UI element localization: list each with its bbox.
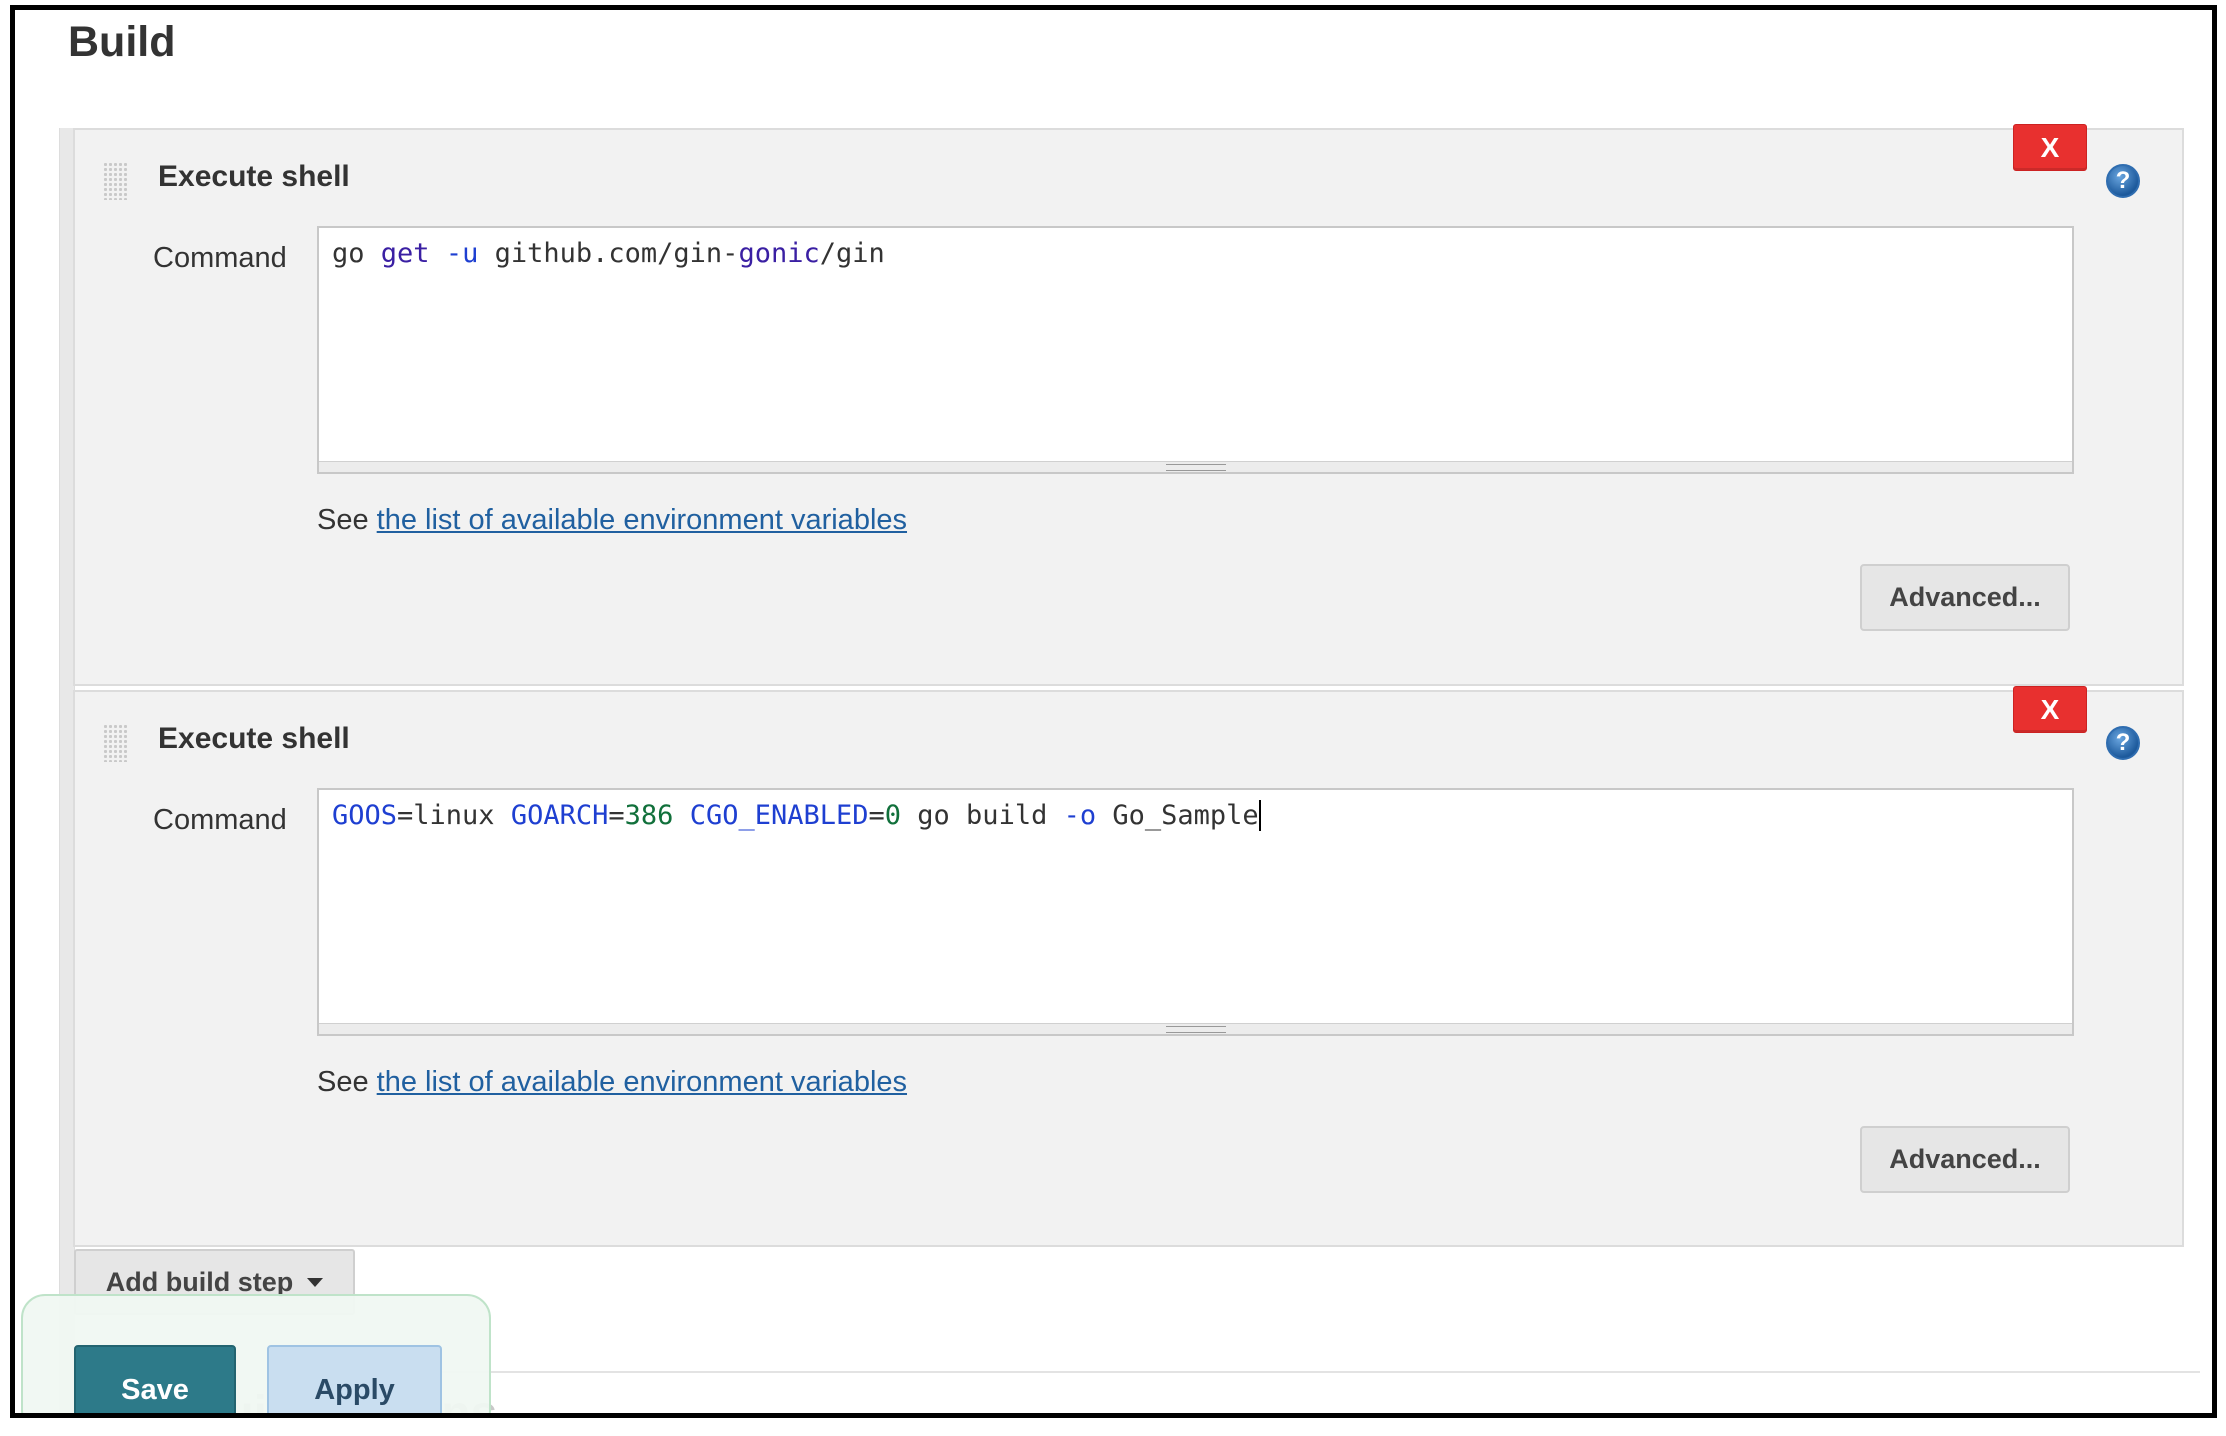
build-step-2: Execute shell X ? Command GOOS=linux GOA… (73, 686, 2184, 1247)
command-textarea[interactable]: go get -u github.com/gin-gonic/gin (317, 226, 2074, 474)
jenkins-config-frame: Build Execute shell X ? Command go get -… (10, 5, 2217, 1418)
cmd-token: github.com/gin- (478, 238, 739, 269)
env-prefix: See (317, 504, 369, 536)
cmd-token (673, 800, 689, 831)
textarea-resize-handle[interactable] (319, 1023, 2072, 1034)
cmd-token: Go_Sample (1096, 800, 1261, 831)
cmd-token: = (868, 800, 885, 831)
add-build-step-label: Add build step (105, 1266, 294, 1297)
resize-grip-icon (1165, 1026, 1226, 1033)
env-vars-link[interactable]: the list of available environment variab… (377, 1066, 907, 1098)
step-title: Execute shell (158, 722, 350, 755)
help-icon[interactable]: ? (2106, 726, 2140, 760)
step-title: Execute shell (158, 160, 350, 193)
cmd-token: /gin (819, 238, 885, 269)
command-label: Command (153, 242, 287, 274)
chevron-down-icon (307, 1277, 324, 1287)
delete-step-button[interactable]: X (2013, 124, 2087, 171)
cmd-token-variable: GOOS (332, 800, 398, 831)
apply-button[interactable]: Apply (267, 1345, 442, 1413)
cmd-token-flag: -o (1063, 800, 1097, 831)
command-text: go get -u github.com/gin-gonic/gin (332, 238, 885, 269)
command-label: Command (153, 804, 287, 836)
env-vars-note: See the list of available environment va… (317, 504, 907, 537)
save-button[interactable]: Save (74, 1345, 236, 1413)
cmd-token-keyword: get (380, 238, 430, 269)
delete-step-button[interactable]: X (2013, 686, 2087, 733)
cmd-token: =linux (397, 800, 511, 831)
cmd-token-variable: GOARCH (510, 800, 609, 831)
help-icon[interactable]: ? (2106, 164, 2140, 198)
env-vars-note: See the list of available environment va… (317, 1066, 907, 1099)
cmd-token (430, 238, 446, 269)
resize-grip-icon (1165, 464, 1226, 471)
command-textarea[interactable]: GOOS=linux GOARCH=386 CGO_ENABLED=0 go b… (317, 788, 2074, 1036)
cmd-token-flag: -u (445, 238, 479, 269)
advanced-button[interactable]: Advanced... (1860, 1126, 2070, 1193)
cmd-token-number: 386 (624, 800, 674, 831)
cmd-token (365, 238, 381, 269)
env-vars-link[interactable]: the list of available environment variab… (377, 504, 907, 536)
cmd-token-number: 0 (884, 800, 902, 831)
section-divider (435, 1371, 2200, 1373)
env-prefix: See (317, 1066, 369, 1098)
advanced-button[interactable]: Advanced... (1860, 564, 2070, 631)
cmd-token: go (332, 238, 365, 269)
cmd-token: go build (901, 800, 1064, 831)
textarea-resize-handle[interactable] (319, 461, 2072, 472)
cmd-token-keyword: gonic (738, 238, 820, 269)
drag-handle-icon[interactable] (103, 162, 129, 200)
command-text: GOOS=linux GOARCH=386 CGO_ENABLED=0 go b… (332, 800, 1261, 831)
build-step-1: Execute shell X ? Command go get -u gith… (73, 124, 2184, 686)
drag-handle-icon[interactable] (103, 724, 129, 762)
section-title: Build (68, 18, 176, 66)
cmd-token-variable: CGO_ENABLED (689, 800, 869, 831)
cmd-token: = (608, 800, 625, 831)
